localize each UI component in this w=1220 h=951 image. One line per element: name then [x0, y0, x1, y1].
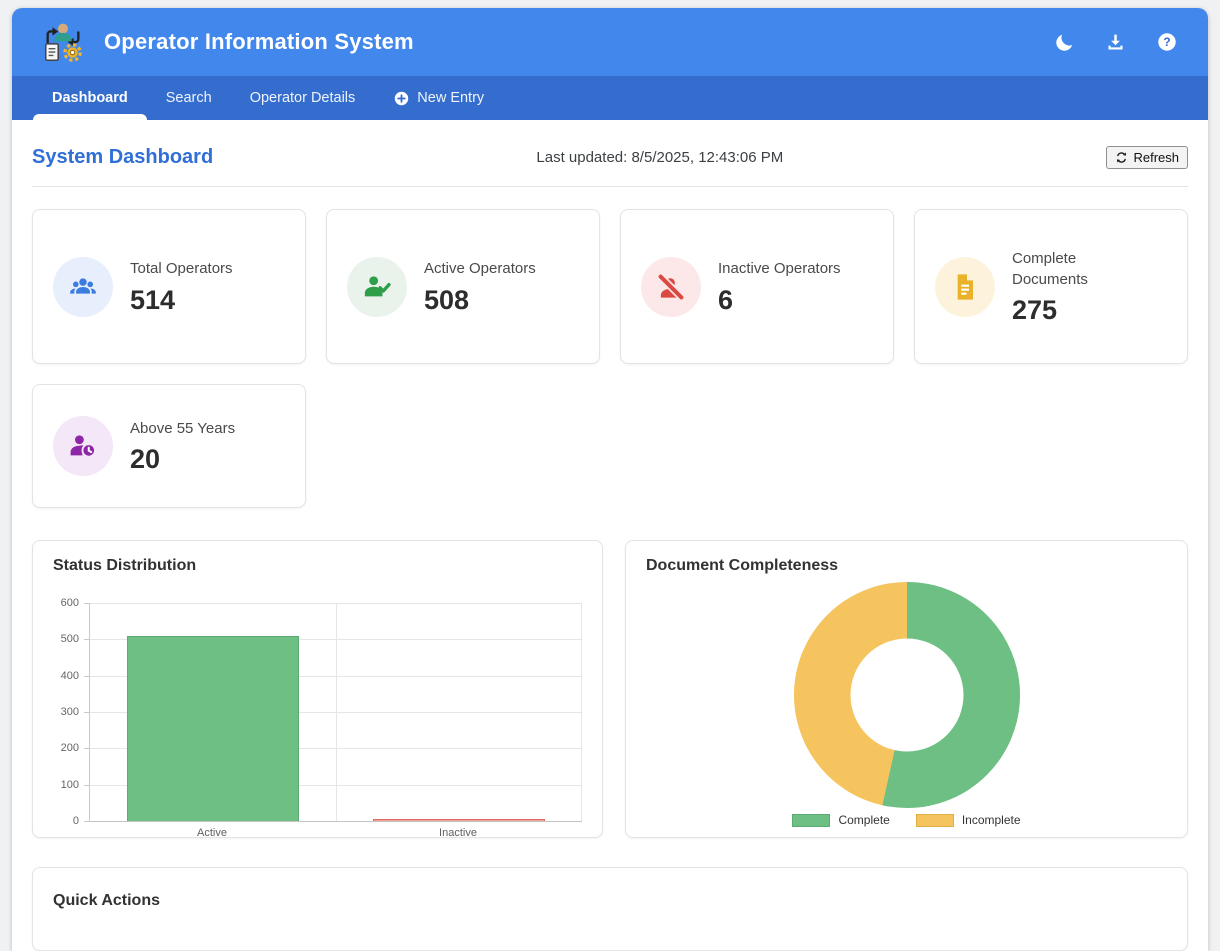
- dashboard-content: System Dashboard Last updated: 8/5/2025,…: [12, 120, 1208, 951]
- bar-active: [127, 636, 299, 821]
- stat-card-total-operators: Total Operators 514: [32, 209, 306, 364]
- charts-row: Status Distribution 0100200300400500600 …: [32, 540, 1188, 838]
- last-updated-text: Last updated: 8/5/2025, 12:43:06 PM: [213, 149, 1106, 166]
- document-donut-chart: [794, 582, 1020, 808]
- tab-dashboard[interactable]: Dashboard: [33, 76, 147, 120]
- help-icon: ?: [1156, 31, 1178, 53]
- bar-plot: [89, 603, 582, 821]
- donut-legend: Complete Incomplete: [646, 813, 1167, 827]
- stat-card-complete-documents: Complete Documents 275: [914, 209, 1188, 364]
- refresh-button[interactable]: Refresh: [1106, 146, 1188, 169]
- bar-inactive: [373, 819, 545, 821]
- tab-operator-details[interactable]: Operator Details: [231, 76, 375, 120]
- app-window: Operator Information System ?: [12, 8, 1208, 951]
- stat-card-above-55: Above 55 Years 20: [32, 384, 306, 508]
- legend-label: Complete: [838, 813, 889, 827]
- help-button[interactable]: ?: [1154, 29, 1180, 55]
- tab-new-entry[interactable]: New Entry: [374, 76, 503, 120]
- person-check-icon: [361, 271, 393, 303]
- stats-grid: Total Operators 514 Active Operators 508: [32, 209, 1188, 508]
- topbar-actions: ?: [1052, 29, 1180, 55]
- nav-tabs: Dashboard Search Operator Details New En…: [12, 76, 1208, 120]
- legend-swatch-incomplete: [916, 814, 954, 827]
- tab-label: Search: [166, 90, 212, 106]
- chart-title: Document Completeness: [646, 557, 1167, 575]
- chart-title: Status Distribution: [53, 557, 582, 575]
- legend-item-complete[interactable]: Complete: [792, 813, 889, 827]
- app-logo-icon: [40, 19, 86, 65]
- dark-mode-button[interactable]: [1052, 30, 1077, 55]
- tab-label: New Entry: [417, 90, 484, 106]
- quick-actions-card: Quick Actions: [32, 867, 1188, 951]
- stat-card-active-operators: Active Operators 508: [326, 209, 600, 364]
- stat-label: Complete Documents: [1012, 249, 1142, 290]
- legend-label: Incomplete: [962, 813, 1021, 827]
- stat-value: 514: [130, 287, 233, 314]
- stat-value: 20: [130, 446, 235, 473]
- download-button[interactable]: [1103, 30, 1128, 55]
- status-bar-chart: 0100200300400500600 ActiveInactive: [53, 603, 582, 821]
- quick-actions-title: Quick Actions: [53, 892, 1167, 910]
- people-group-icon: [67, 271, 99, 303]
- stat-label: Inactive Operators: [718, 259, 841, 279]
- tab-search[interactable]: Search: [147, 76, 231, 120]
- moon-icon: [1054, 32, 1075, 53]
- document-icon: [949, 271, 981, 303]
- page-head: System Dashboard Last updated: 8/5/2025,…: [32, 120, 1188, 187]
- tab-label: Dashboard: [52, 90, 128, 106]
- document-completeness-card: Document Completeness Complete Incomplet…: [625, 540, 1188, 838]
- download-icon: [1105, 32, 1126, 53]
- legend-item-incomplete[interactable]: Incomplete: [916, 813, 1021, 827]
- stat-label: Above 55 Years: [130, 419, 235, 439]
- top-bar: Operator Information System ?: [12, 8, 1208, 76]
- refresh-icon: [1115, 151, 1128, 164]
- status-distribution-card: Status Distribution 0100200300400500600 …: [32, 540, 603, 838]
- stat-value: 508: [424, 287, 536, 314]
- page-title: System Dashboard: [32, 146, 213, 169]
- svg-text:?: ?: [1163, 35, 1170, 49]
- tab-label: Operator Details: [250, 90, 356, 106]
- app-title: Operator Information System: [104, 29, 1034, 55]
- legend-swatch-complete: [792, 814, 830, 827]
- person-clock-icon: [67, 430, 99, 462]
- stat-label: Total Operators: [130, 259, 233, 279]
- stat-card-inactive-operators: Inactive Operators 6: [620, 209, 894, 364]
- refresh-label: Refresh: [1133, 150, 1179, 165]
- stat-label: Active Operators: [424, 259, 536, 279]
- plus-circle-icon: [393, 90, 410, 107]
- bar-xlabels: ActiveInactive: [89, 827, 582, 839]
- person-slash-icon: [655, 271, 687, 303]
- stat-value: 6: [718, 287, 841, 314]
- stat-value: 275: [1012, 297, 1142, 324]
